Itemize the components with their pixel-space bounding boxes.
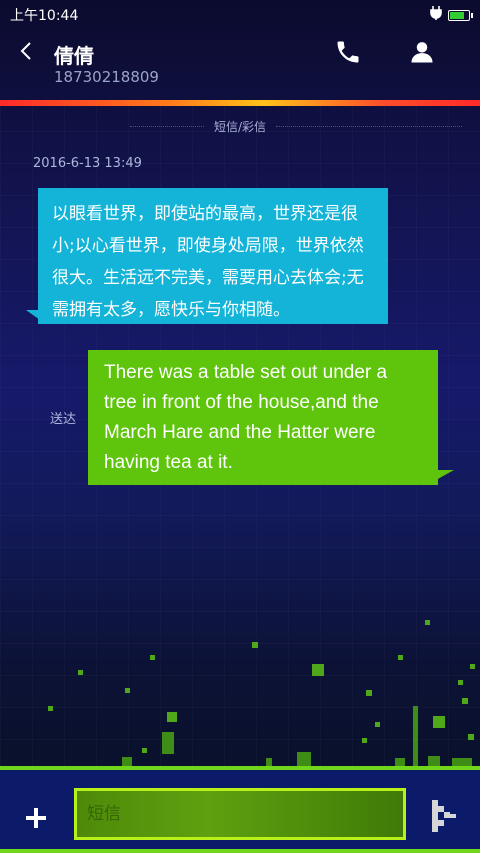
contact-name: 倩倩 xyxy=(54,44,94,68)
contact-number: 18730218809 xyxy=(54,68,159,86)
person-icon[interactable] xyxy=(408,38,436,66)
send-icon[interactable] xyxy=(430,798,458,834)
status-bar: 上午10:44 xyxy=(0,0,480,30)
bottom-accent-line xyxy=(0,849,480,853)
phone-icon[interactable] xyxy=(334,38,362,66)
incoming-bubble-tail xyxy=(26,310,40,320)
plug-icon xyxy=(430,6,442,24)
delivery-status: 送达 xyxy=(50,412,77,427)
incoming-message-text: 以眼看世界，即使站的最高，世界还是很小;以心看世界，即使身处局限，世界依然很大。… xyxy=(52,204,364,320)
battery-icon xyxy=(448,9,473,21)
outgoing-message-text: There was a table set out under a tree i… xyxy=(104,362,388,473)
channel-divider-right xyxy=(276,126,462,127)
header-divider xyxy=(0,100,480,106)
composer-bar xyxy=(0,770,480,850)
back-arrow-icon[interactable] xyxy=(16,40,38,62)
conversation-header: 倩倩 18730218809 xyxy=(0,30,480,98)
clock: 上午10:44 xyxy=(10,8,79,24)
message-timestamp: 2016-6-13 13:49 xyxy=(33,156,142,171)
status-icons xyxy=(430,6,473,24)
message-input[interactable] xyxy=(74,788,406,840)
plus-icon[interactable] xyxy=(22,804,50,832)
incoming-message-bubble[interactable]: 以眼看世界，即使站的最高，世界还是很小;以心看世界，即使身处局限，世界依然很大。… xyxy=(38,188,388,324)
outgoing-bubble-tail xyxy=(436,470,454,480)
outgoing-message-bubble[interactable]: There was a table set out under a tree i… xyxy=(88,350,438,485)
